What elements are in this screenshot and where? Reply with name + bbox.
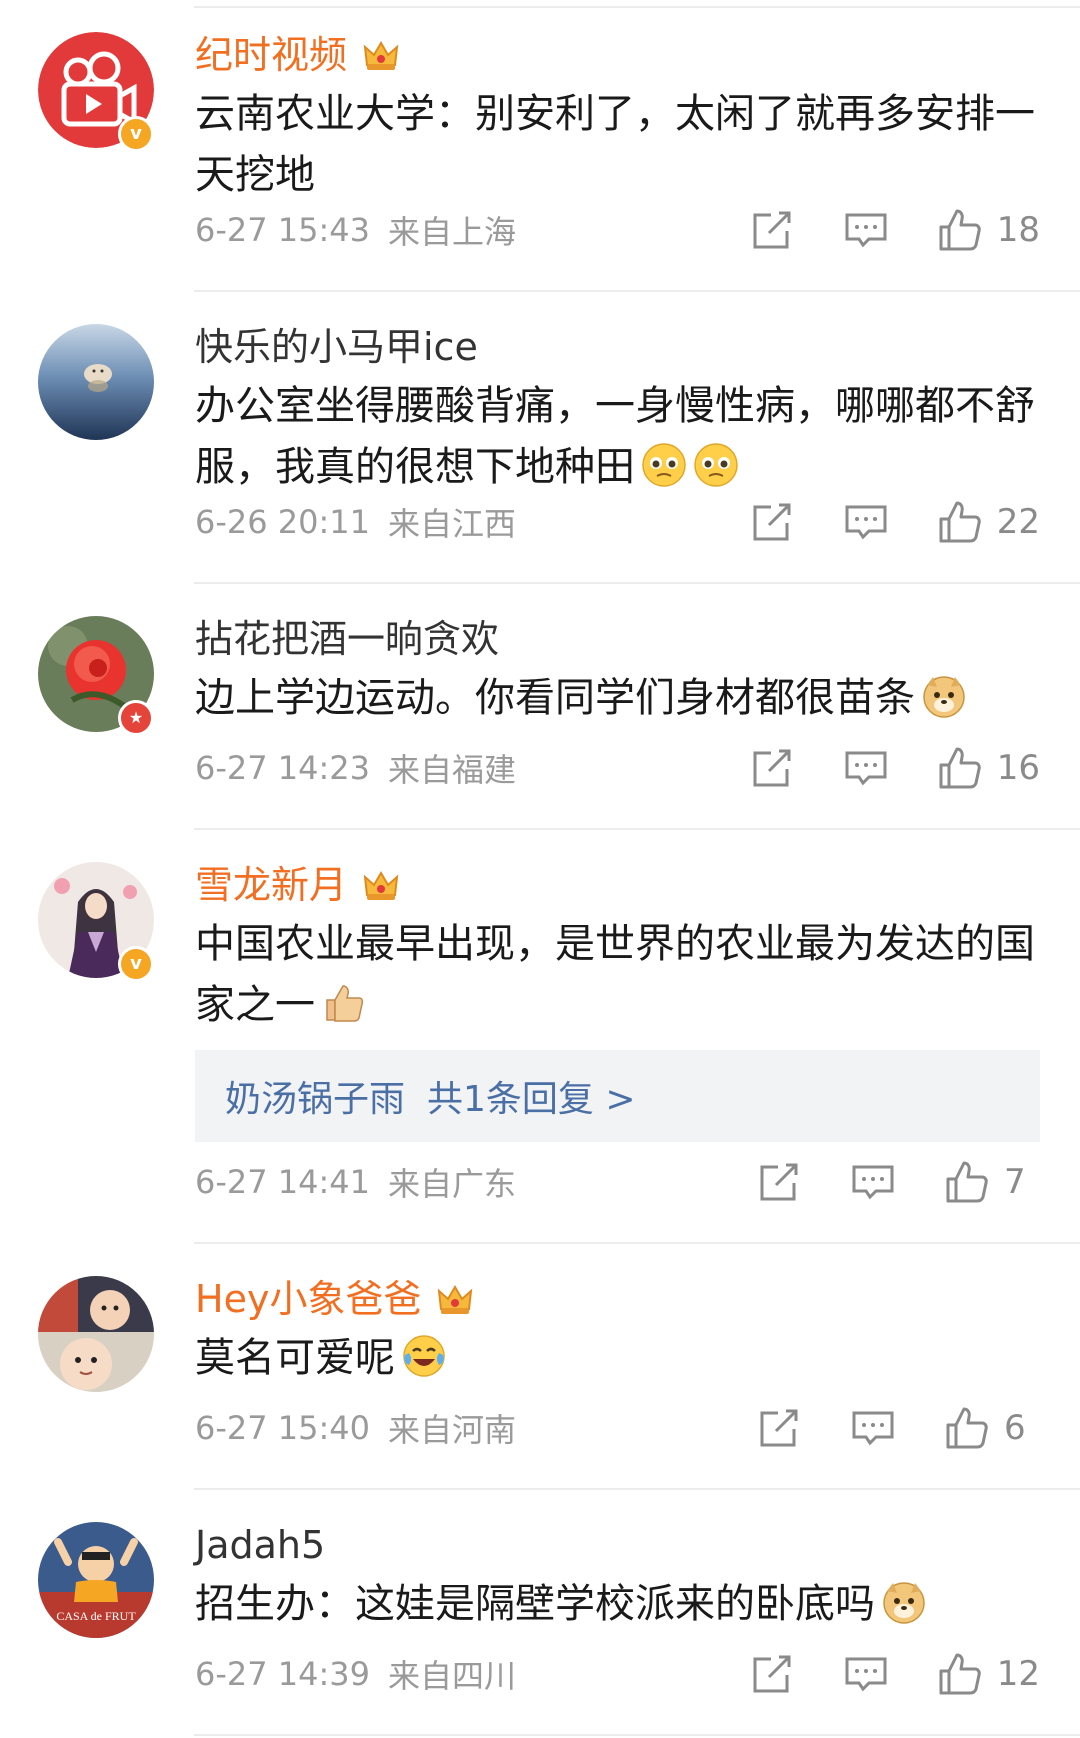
vip-crown-icon: [363, 871, 399, 900]
repost-icon[interactable]: [749, 499, 795, 545]
username-text[interactable]: 纪时视频: [195, 30, 347, 80]
comment-icon[interactable]: [843, 1651, 889, 1697]
timestamp: 6-26 20:11: [195, 503, 371, 541]
like-icon[interactable]: [937, 745, 983, 791]
thumbs-up-emoji-icon: [326, 985, 364, 1022]
comment-text: 云南农业大学：别安利了，太闲了就再多安排一天挖地: [195, 91, 1035, 198]
comment-icon[interactable]: [843, 207, 889, 253]
location: 来自福建: [388, 751, 517, 789]
reply-summary[interactable]: 共1条回复 >: [427, 1070, 636, 1122]
comment-meta: 6-26 20:11 来自江西 22: [195, 498, 1040, 546]
timestamp: 6-27 14:41: [195, 1163, 371, 1201]
comment-text: 招生办：这娃是隔壁学校派来的卧底吗: [195, 1574, 1040, 1635]
vip-crown-icon: [438, 1285, 473, 1314]
comment-text-content: 莫名可爱呢: [195, 1335, 395, 1381]
laughing-tears-emoji-icon: [403, 1335, 445, 1377]
location: 来自江西: [388, 505, 517, 543]
avatar[interactable]: [38, 324, 154, 440]
comment-icon[interactable]: [843, 499, 889, 545]
doge-emoji-icon: [923, 676, 965, 718]
comment-icon[interactable]: [850, 1159, 896, 1205]
repost-icon[interactable]: [749, 745, 795, 791]
comment-text: 办公室坐得腰酸背痛，一身慢性病，哪哪都不舒服，我真的很想下地种田: [195, 376, 1040, 498]
comment-item: v 雪龙新月 中国农业最早出现，是世界的农业最为发达的国家之一 奶汤锅子雨 共1…: [0, 830, 1080, 1244]
comment-item: Hey小象爸爸 莫名可爱呢 6-27 15:40 来自河南 6: [0, 1244, 1080, 1490]
comment-icon[interactable]: [843, 745, 889, 791]
like-count: 6: [1004, 1408, 1026, 1448]
like-icon[interactable]: [937, 207, 983, 253]
timestamp: 6-27 14:23: [195, 749, 371, 787]
comment-meta: 6-27 15:40 来自河南 6: [195, 1404, 1040, 1452]
username[interactable]: 雪龙新月: [195, 860, 1040, 910]
username[interactable]: 拈花把酒一晌贪欢: [195, 614, 1040, 664]
username-text[interactable]: 拈花把酒一晌贪欢: [195, 614, 499, 664]
verified-badge: ★: [118, 700, 154, 736]
location: 来自河南: [388, 1411, 517, 1449]
verified-badge: v: [118, 116, 154, 152]
like-count: 22: [996, 502, 1040, 542]
reply-user[interactable]: 奶汤锅子雨: [225, 1070, 405, 1122]
vip-crown-icon: [363, 41, 399, 70]
comment-text: 中国农业最早出现，是世界的农业最为发达的国家之一: [195, 914, 1040, 1036]
username-text[interactable]: Hey小象爸爸: [195, 1274, 421, 1324]
verified-badge: v: [118, 946, 154, 982]
username-text[interactable]: Jadah5: [195, 1520, 325, 1570]
username[interactable]: 纪时视频: [195, 30, 1040, 80]
timestamp: 6-27 15:40: [195, 1409, 371, 1447]
username[interactable]: Jadah5: [195, 1520, 1040, 1570]
divider: [194, 1734, 1080, 1736]
pleading-emoji-icon: [694, 443, 738, 487]
like-count: 18: [996, 210, 1040, 250]
comment-text: 边上学边运动。你看同学们身材都很苗条: [195, 668, 1040, 729]
repost-icon[interactable]: [749, 1651, 795, 1697]
timestamp: 6-27 14:39: [195, 1655, 371, 1693]
location: 来自上海: [388, 213, 517, 251]
like-icon[interactable]: [937, 499, 983, 545]
avatar[interactable]: [38, 1276, 154, 1392]
like-count: 12: [996, 1654, 1040, 1694]
comment-item: CASA de FRUT Jadah5 招生办：这娃是隔壁学校派来的卧底吗 6-…: [0, 1490, 1080, 1736]
like-icon[interactable]: [944, 1405, 990, 1451]
comment-meta: 6-27 14:23 来自福建 16: [195, 744, 1040, 792]
username-text[interactable]: 雪龙新月: [195, 860, 347, 910]
comment-meta: 6-27 14:41 来自广东 7: [195, 1158, 1040, 1206]
repost-icon[interactable]: [756, 1405, 802, 1451]
repost-icon[interactable]: [756, 1159, 802, 1205]
timestamp: 6-27 15:43: [195, 211, 371, 249]
comment-text-content: 办公室坐得腰酸背痛，一身慢性病，哪哪都不舒服，我真的很想下地种田: [195, 383, 1035, 490]
avatar[interactable]: CASA de FRUT: [38, 1522, 154, 1638]
username[interactable]: 快乐的小马甲ice: [195, 322, 1040, 372]
comment-text: 莫名可爱呢: [195, 1328, 1040, 1389]
comment-meta: 6-27 15:43 来自上海 18: [195, 206, 1040, 254]
avatar-text: CASA de FRUT: [56, 1609, 136, 1623]
username[interactable]: Hey小象爸爸: [195, 1274, 1040, 1324]
comment-meta: 6-27 14:39 来自四川 12: [195, 1650, 1040, 1698]
reply-preview[interactable]: 奶汤锅子雨 共1条回复 >: [195, 1050, 1040, 1142]
comment-text-content: 招生办：这娃是隔壁学校派来的卧底吗: [195, 1581, 875, 1627]
comment-item: v 纪时视频 云南农业大学：别安利了，太闲了就再多安排一天挖地 6-27 15:…: [0, 0, 1080, 292]
repost-icon[interactable]: [749, 207, 795, 253]
like-icon[interactable]: [937, 1651, 983, 1697]
like-count: 7: [1004, 1162, 1026, 1202]
like-count: 16: [996, 748, 1040, 788]
comment-text-content: 边上学边运动。你看同学们身材都很苗条: [195, 675, 915, 721]
comment-item: 快乐的小马甲ice 办公室坐得腰酸背痛，一身慢性病，哪哪都不舒服，我真的很想下地…: [0, 292, 1080, 584]
like-icon[interactable]: [944, 1159, 990, 1205]
pleading-emoji-icon: [642, 443, 686, 487]
comment-icon[interactable]: [850, 1405, 896, 1451]
location: 来自四川: [388, 1657, 517, 1695]
doge-emoji-icon: [883, 1582, 925, 1624]
comment-item: ★ 拈花把酒一晌贪欢 边上学边运动。你看同学们身材都很苗条 6-27 14:23…: [0, 584, 1080, 830]
username-text[interactable]: 快乐的小马甲ice: [195, 322, 478, 372]
location: 来自广东: [388, 1165, 517, 1203]
